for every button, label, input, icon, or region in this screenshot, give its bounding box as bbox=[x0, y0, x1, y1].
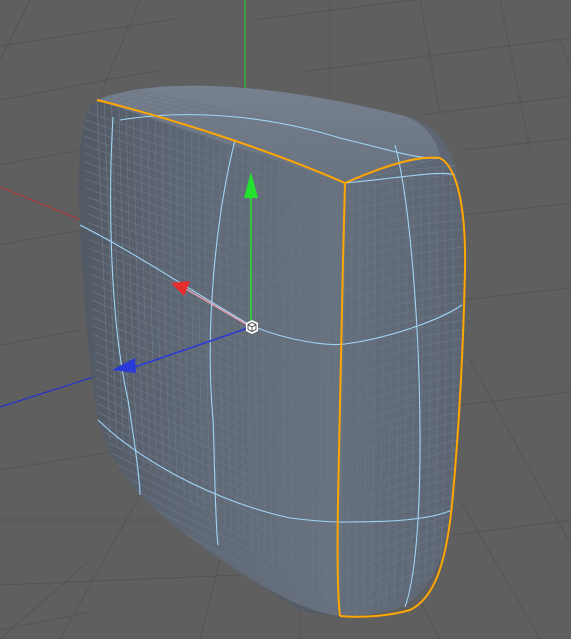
cube-pivot-icon[interactable] bbox=[246, 320, 258, 334]
viewport-canvas[interactable] bbox=[0, 0, 571, 639]
world-z-axis-line bbox=[0, 374, 101, 408]
rounded-cube-object[interactable] bbox=[60, 70, 480, 630]
world-x-axis-line bbox=[0, 186, 87, 223]
3d-viewport[interactable] bbox=[0, 0, 571, 639]
